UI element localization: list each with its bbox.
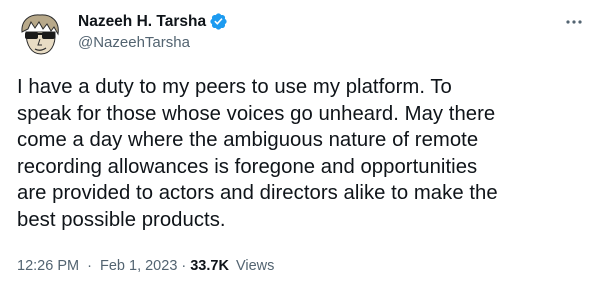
tweet-timestamp[interactable]: 12:26 PM · Feb 1, 2023	[17, 258, 177, 274]
verified-badge-icon[interactable]	[209, 12, 228, 31]
views-label: Views	[235, 258, 275, 274]
author-handle[interactable]: @NazeehTarsha	[78, 34, 228, 51]
meta-separator: ·	[181, 258, 187, 274]
avatar[interactable]	[16, 10, 64, 58]
views-count: 33.7K	[190, 258, 229, 274]
author-block: Nazeeh H. Tarsha @NazeehTarsha	[78, 11, 228, 51]
author-name-row: Nazeeh H. Tarsha	[78, 11, 228, 32]
meta-separator: ·	[87, 258, 92, 274]
avatar-cartoon-image	[16, 10, 64, 58]
tweet-date: Feb 1, 2023	[99, 258, 178, 274]
tweet-time: 12:26 PM	[17, 258, 80, 274]
tweet-text: I have a duty to my peers to use my plat…	[17, 76, 498, 231]
tweet-metadata: 12:26 PM · Feb 1, 2023 · 33.7K Views	[17, 258, 274, 274]
more-options-icon[interactable]	[559, 12, 589, 32]
tweet-views[interactable]: 33.7K Views	[190, 258, 274, 274]
tweet-card: Nazeeh H. Tarsha @NazeehTarsha I have a …	[0, 0, 601, 293]
author-display-name[interactable]: Nazeeh H. Tarsha	[78, 13, 206, 31]
